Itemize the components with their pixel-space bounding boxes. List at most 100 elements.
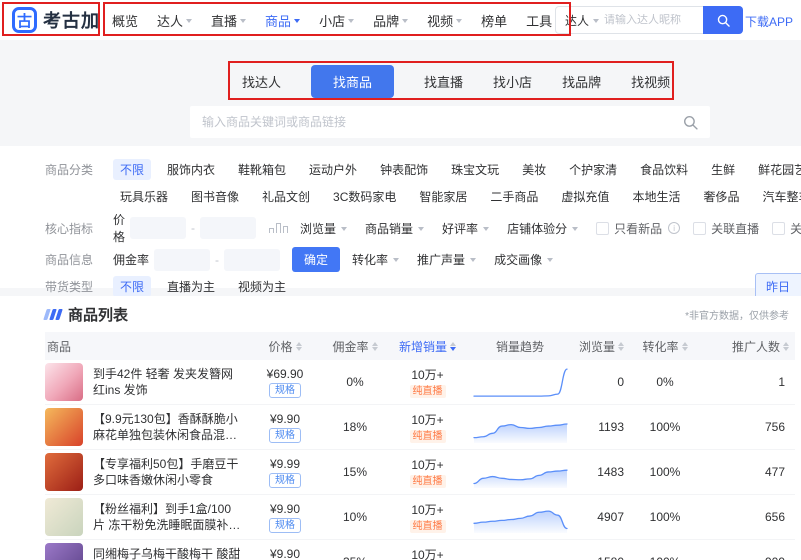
- views-filter-dropdown[interactable]: 浏览量: [300, 220, 347, 237]
- nav-item-ranking[interactable]: 榜单: [481, 11, 507, 30]
- spec-badge[interactable]: 规格: [269, 473, 301, 488]
- nav-item-shop[interactable]: 小店: [319, 11, 354, 30]
- category-chip[interactable]: 奢侈品: [696, 186, 746, 207]
- category-chip[interactable]: 珠宝文玩: [444, 159, 506, 180]
- product-title[interactable]: 【粉丝福利】到手1盒/100片 冻干粉免洗睡眠面膜补水保湿提...: [93, 501, 243, 533]
- col-new-sales-sort[interactable]: 新增销量: [385, 338, 470, 355]
- tab-find-live[interactable]: 找直播: [424, 72, 463, 91]
- conversion-filter-dropdown[interactable]: 转化率: [352, 251, 399, 268]
- chevron-down-icon: [483, 227, 489, 234]
- table-row[interactable]: 同缃梅子乌梅干酸梅干 酸甜梅 400克/罐独立包装 ¥9.90规格 35% 10…: [45, 540, 795, 560]
- tab-find-product[interactable]: 找商品: [311, 65, 394, 98]
- category-chip[interactable]: 食品饮料: [633, 159, 695, 180]
- topbar-search-input[interactable]: [604, 14, 703, 26]
- product-thumbnail[interactable]: [45, 453, 83, 491]
- search-icon[interactable]: [683, 115, 698, 130]
- nav-item-influencer[interactable]: 达人: [157, 11, 192, 30]
- topbar-search-button[interactable]: [703, 6, 743, 34]
- linked-live-checkbox[interactable]: 关联直播: [693, 220, 759, 237]
- rating-filter-dropdown[interactable]: 好评率: [442, 220, 489, 237]
- nav-item-live[interactable]: 直播: [211, 11, 246, 30]
- category-chip[interactable]: 虚拟充值: [554, 186, 616, 207]
- price-value: ¥69.90: [245, 367, 325, 381]
- category-chip[interactable]: 二手商品: [483, 186, 545, 207]
- category-chip[interactable]: 汽车整车: [755, 186, 801, 207]
- category-chip[interactable]: 个护家清: [562, 159, 624, 180]
- category-chip[interactable]: 运动户外: [302, 159, 364, 180]
- nav-item-video[interactable]: 视频: [427, 11, 462, 30]
- col-conversion-sort[interactable]: 转化率: [630, 338, 700, 355]
- tab-find-influencer[interactable]: 找达人: [242, 72, 281, 91]
- brand-logo[interactable]: 古 考古加: [12, 7, 100, 33]
- price-max-input[interactable]: [200, 217, 256, 239]
- search-category-select[interactable]: 达人: [556, 12, 604, 29]
- sales-value: 10万+: [385, 546, 470, 560]
- main-nav: 概览 达人 直播 商品 小店 品牌 视频 榜单 工具: [112, 11, 561, 30]
- tab-find-brand[interactable]: 找品牌: [562, 72, 601, 91]
- table-row[interactable]: 【9.9元130包】香酥酥脆小麻花单独包装休闲食品混合口味... ¥9.90规格…: [45, 405, 795, 450]
- product-thumbnail[interactable]: [45, 408, 83, 446]
- promotion-volume-filter-dropdown[interactable]: 推广声量: [417, 251, 476, 268]
- nav-item-product[interactable]: 商品: [265, 11, 300, 30]
- histogram-icon[interactable]: [269, 223, 288, 233]
- linked-video-checkbox[interactable]: 关联视频: [772, 220, 801, 237]
- category-chip[interactable]: 钟表配饰: [373, 159, 435, 180]
- product-thumbnail[interactable]: [45, 363, 83, 401]
- col-commission-sort[interactable]: 佣金率: [325, 338, 385, 355]
- category-chip[interactable]: 鲜花园艺: [751, 159, 801, 180]
- chevron-down-icon: [402, 19, 408, 26]
- product-title[interactable]: 【专享福利50包】手磨豆干多口味香嫩休闲小零食: [93, 456, 243, 488]
- type-chip[interactable]: 视频为主: [231, 276, 293, 297]
- table-row[interactable]: 到手42件 轻奢 发夹发簪网红ins 发饰 ¥69.90规格 0% 10万+纯直…: [45, 360, 795, 405]
- category-chip[interactable]: 3C数码家电: [326, 186, 403, 207]
- shop-score-filter-dropdown[interactable]: 店铺体验分: [507, 220, 578, 237]
- commission-min-input[interactable]: [154, 249, 210, 271]
- views-value: 4907: [570, 510, 630, 524]
- category-chip[interactable]: 本地生活: [625, 186, 687, 207]
- category-chip[interactable]: 智能家居: [412, 186, 474, 207]
- category-chip[interactable]: 美妆: [515, 159, 553, 180]
- views-value: 1193: [570, 420, 630, 434]
- spec-badge[interactable]: 规格: [269, 518, 301, 533]
- download-app-link[interactable]: 下载APP: [745, 13, 793, 30]
- sales-filter-dropdown[interactable]: 商品销量: [365, 220, 424, 237]
- price-min-input[interactable]: [130, 217, 186, 239]
- product-title[interactable]: 同缃梅子乌梅干酸梅干 酸甜梅 400克/罐独立包装: [93, 546, 243, 560]
- nav-item-brand[interactable]: 品牌: [373, 11, 408, 30]
- deal-profile-filter-dropdown[interactable]: 成交画像: [494, 251, 553, 268]
- spec-badge[interactable]: 规格: [269, 383, 301, 398]
- checkbox-icon: [596, 222, 609, 235]
- info-icon: i: [668, 222, 680, 234]
- sales-value: 10万+: [385, 456, 470, 473]
- tab-find-video[interactable]: 找视频: [631, 72, 670, 91]
- type-chip[interactable]: 不限: [113, 276, 151, 297]
- category-chip[interactable]: 礼品文创: [255, 186, 317, 207]
- product-search-input[interactable]: [202, 115, 683, 129]
- category-chip[interactable]: 生鲜: [704, 159, 742, 180]
- spec-badge[interactable]: 规格: [269, 428, 301, 443]
- commission-max-input[interactable]: [224, 249, 280, 271]
- product-title[interactable]: 【9.9元130包】香酥酥脆小麻花单独包装休闲食品混合口味...: [93, 411, 243, 443]
- table-row[interactable]: 【专享福利50包】手磨豆干多口味香嫩休闲小零食 ¥9.99规格 15% 10万+…: [45, 450, 795, 495]
- col-promoters-sort[interactable]: 推广人数: [700, 338, 795, 355]
- type-chip[interactable]: 直播为主: [160, 276, 222, 297]
- filter-product-info-row: 商品信息 佣金率 - 确定 转化率 推广声量 成交画像: [45, 247, 787, 272]
- nav-item-overview[interactable]: 概览: [112, 11, 138, 30]
- sales-value: 10万+: [385, 411, 470, 428]
- col-price-sort[interactable]: 价格: [245, 338, 325, 355]
- col-views-sort[interactable]: 浏览量: [570, 338, 630, 355]
- chevron-down-icon: [572, 227, 578, 234]
- category-chip[interactable]: 鞋靴箱包: [231, 159, 293, 180]
- category-chip[interactable]: 不限: [113, 159, 151, 180]
- sales-value: 10万+: [385, 366, 470, 383]
- new-product-checkbox[interactable]: 只看新品i: [596, 220, 680, 237]
- product-thumbnail[interactable]: [45, 498, 83, 536]
- confirm-button[interactable]: 确定: [292, 247, 340, 272]
- tab-find-shop[interactable]: 找小店: [493, 72, 532, 91]
- category-chip[interactable]: 图书音像: [184, 186, 246, 207]
- product-thumbnail[interactable]: [45, 543, 83, 560]
- category-chip[interactable]: 玩具乐器: [113, 186, 175, 207]
- product-title[interactable]: 到手42件 轻奢 发夹发簪网红ins 发饰: [93, 366, 243, 398]
- table-row[interactable]: 【粉丝福利】到手1盒/100片 冻干粉免洗睡眠面膜补水保湿提... ¥9.90规…: [45, 495, 795, 540]
- category-chip[interactable]: 服饰内衣: [160, 159, 222, 180]
